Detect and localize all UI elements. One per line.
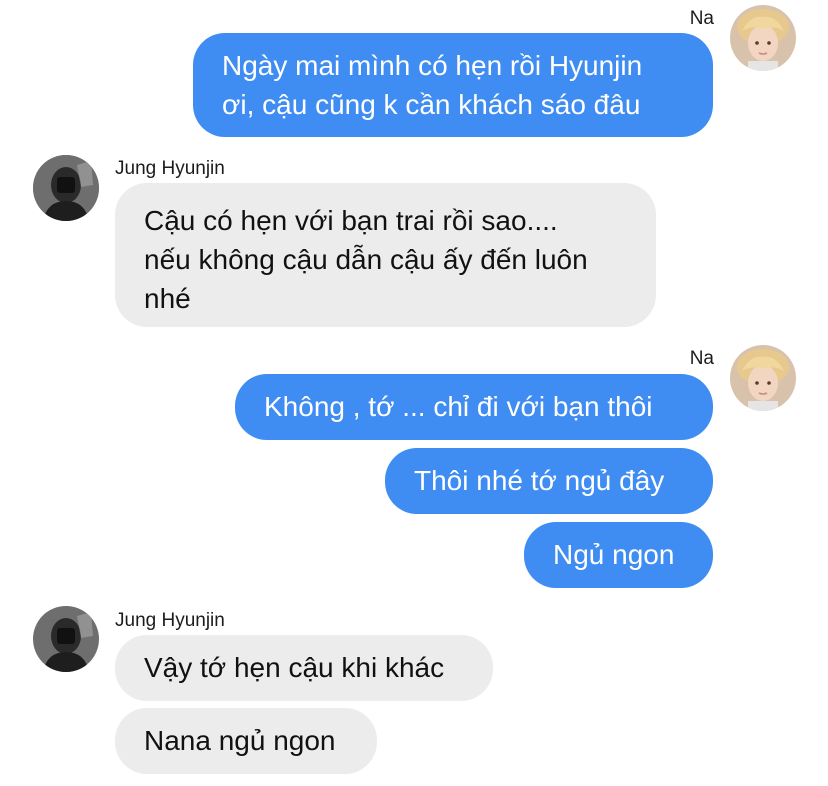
- message-bubble-outgoing[interactable]: Thôi nhé tớ ngủ đây: [385, 448, 713, 514]
- sender-name-contact: Jung Hyunjin: [115, 610, 225, 631]
- user-avatar-icon: [33, 606, 99, 672]
- sender-name-self: Na: [689, 8, 714, 29]
- message-line: nhé: [144, 283, 191, 314]
- message-line: Cậu có hẹn với bạn trai rồi sao....: [144, 205, 558, 236]
- self-avatar[interactable]: [730, 5, 796, 71]
- message-line: ơi, cậu cũng k cần khách sáo đâu: [222, 89, 641, 120]
- user-avatar-icon: [33, 155, 99, 221]
- message-line: Vậy tớ hẹn cậu khi khác: [144, 652, 445, 683]
- user-avatar-icon: [730, 345, 796, 411]
- contact-avatar[interactable]: [33, 155, 99, 221]
- message-line: nếu không cậu dẫn cậu ấy đến luôn: [144, 244, 588, 275]
- message-bubble-incoming[interactable]: Nana ngủ ngon: [115, 708, 377, 774]
- sender-name-self: Na: [689, 348, 714, 369]
- sender-name-contact: Jung Hyunjin: [115, 158, 225, 179]
- self-avatar[interactable]: [730, 345, 796, 411]
- message-bubble-outgoing[interactable]: Không , tớ ... chỉ đi với bạn thôi: [235, 374, 713, 440]
- message-bubble-outgoing[interactable]: Ngày mai mình có hẹn rồi Hyunjin ơi, cậu…: [193, 33, 713, 137]
- message-bubble-incoming[interactable]: Vậy tớ hẹn cậu khi khác: [115, 635, 493, 701]
- message-bubble-incoming[interactable]: Cậu có hẹn với bạn trai rồi sao.... nếu …: [115, 183, 656, 327]
- contact-avatar[interactable]: [33, 606, 99, 672]
- message-line: Thôi nhé tớ ngủ đây: [414, 465, 665, 496]
- message-line: Ngủ ngon: [553, 539, 675, 570]
- message-line: Nana ngủ ngon: [144, 725, 336, 756]
- message-line: Không , tớ ... chỉ đi với bạn thôi: [264, 391, 653, 422]
- user-avatar-icon: [730, 5, 796, 71]
- message-bubble-outgoing[interactable]: Ngủ ngon: [524, 522, 713, 588]
- message-line: Ngày mai mình có hẹn rồi Hyunjin: [222, 50, 643, 81]
